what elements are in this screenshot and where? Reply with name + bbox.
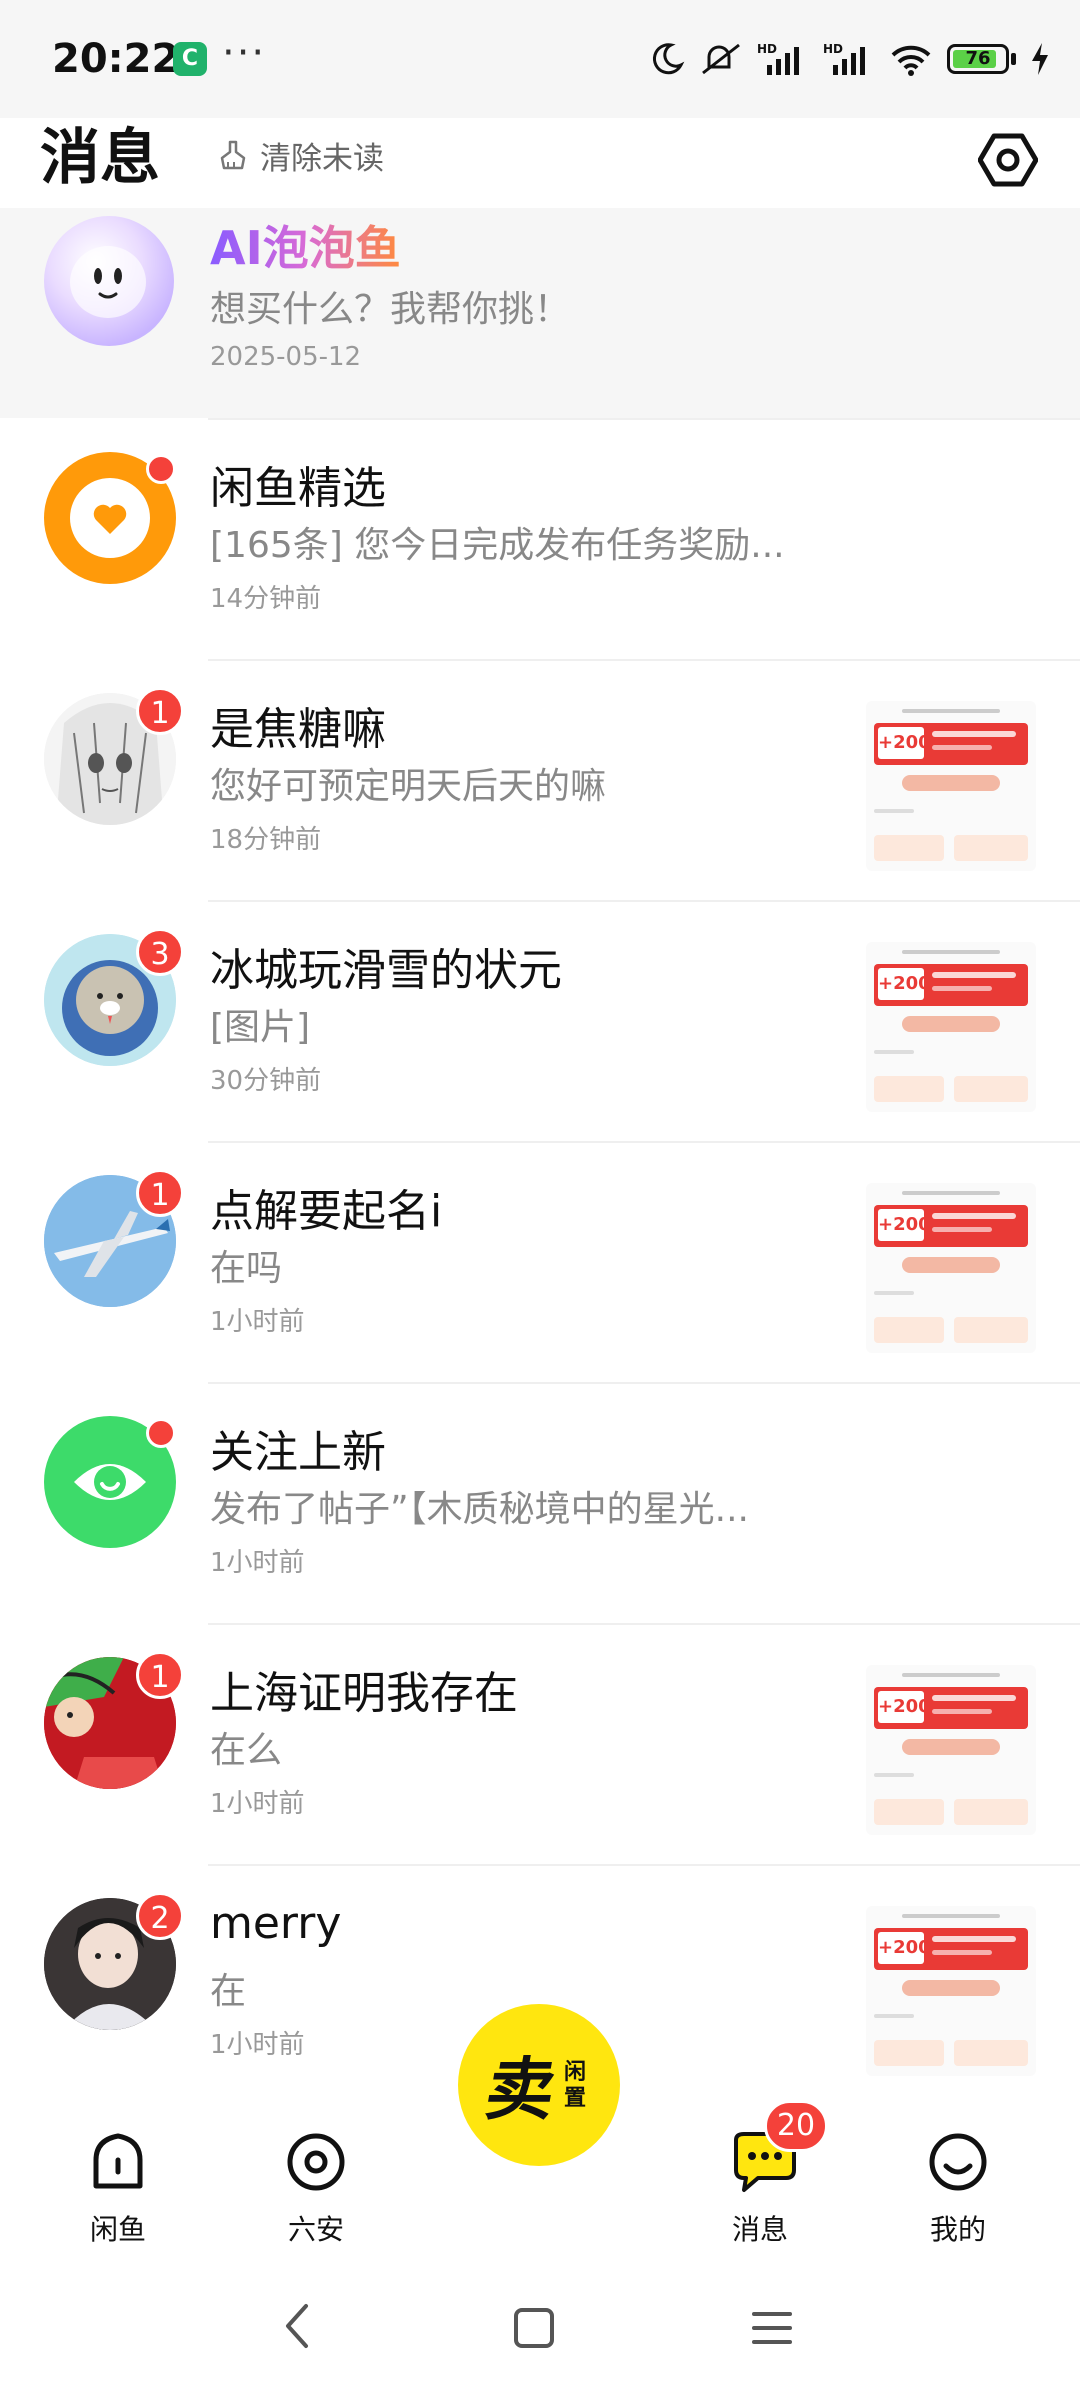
signal-hd-icon: HD xyxy=(757,42,799,75)
conversation-name: 是焦糖嘛 xyxy=(210,704,386,755)
signal-hd-icon: HD xyxy=(823,42,865,75)
unread-count-badge: 1 xyxy=(136,687,184,735)
tab-mine[interactable]: 我的 xyxy=(898,2110,1018,2250)
system-nav-bar xyxy=(0,2260,1080,2400)
home-square-icon[interactable] xyxy=(510,2304,558,2352)
coupon-amount: +200 xyxy=(878,1209,931,1241)
coupon-amount: +200 xyxy=(878,1932,931,1964)
svg-text:HD: HD xyxy=(823,42,843,56)
settings-icon[interactable] xyxy=(978,130,1038,190)
sell-sublabel: 闲置 xyxy=(564,2060,587,2111)
conversation-item[interactable]: 1 点解要起名i 在吗 1小时前 +200 xyxy=(0,1141,1080,1382)
conversation-time: 1小时前 xyxy=(210,2030,305,2060)
conversation-name: 关注上新 xyxy=(210,1427,386,1478)
conversation-message: 在吗 xyxy=(210,1248,283,1289)
conversation-message: 发布了帖子”【木质秘境中的星光... xyxy=(210,1489,749,1530)
ai-bubble-fish-avatar xyxy=(44,216,174,346)
unread-count-badge: 1 xyxy=(136,1651,184,1699)
conversation-name: 冰城玩滑雪的状元 xyxy=(210,945,562,996)
clear-unread-button[interactable]: 清除未读 xyxy=(192,124,410,186)
unread-dot xyxy=(146,454,176,484)
coupon-amount: +200 xyxy=(878,968,931,1000)
product-thumbnail[interactable]: +200 xyxy=(866,1906,1036,2076)
product-thumbnail[interactable]: +200 xyxy=(866,701,1036,871)
conversation-item[interactable]: 关注上新 发布了帖子”【木质秘境中的星光... 1小时前 xyxy=(0,1382,1080,1623)
sell-label: 卖 xyxy=(479,2051,562,2130)
clear-unread-label: 清除未读 xyxy=(260,140,384,177)
tab-label: 六安 xyxy=(287,2213,344,2246)
tab-label: 我的 xyxy=(929,2213,986,2246)
conversation-message: 在 xyxy=(210,1971,247,2012)
more-notifications-icon: ··· xyxy=(222,30,267,76)
conversation-name: 上海证明我存在 xyxy=(210,1668,518,1719)
status-time: 20:22 xyxy=(52,36,180,82)
conversation-message: [165条] 您今日完成发布任务奖励... xyxy=(210,525,785,566)
battery-icon: 76 xyxy=(947,44,1009,74)
profile-smile-icon xyxy=(929,2133,987,2191)
product-thumbnail[interactable]: +200 xyxy=(866,1183,1036,1353)
conversation-item[interactable]: 3 冰城玩滑雪的状元 [图片] 30分钟前 +200 xyxy=(0,900,1080,1141)
menu-icon[interactable] xyxy=(748,2304,796,2352)
back-icon[interactable] xyxy=(278,2300,318,2352)
wifi-icon xyxy=(891,45,931,76)
conversation-message: 您好可预定明天后天的嘛 xyxy=(210,766,607,807)
broom-icon xyxy=(220,140,246,170)
conversation-name: 点解要起名i xyxy=(210,1186,443,1237)
conversation-item[interactable]: 1 是焦糖嘛 您好可预定明天后天的嘛 18分钟前 +200 xyxy=(0,659,1080,900)
status-bar: 20:22 C ··· HD HD 76 xyxy=(0,0,1080,118)
page-title: 消息 xyxy=(40,123,160,193)
unread-count-badge: 3 xyxy=(136,928,184,976)
unread-count-badge: 1 xyxy=(136,1169,184,1217)
conversation-time: 1小时前 xyxy=(210,1548,305,1578)
conversation-name: merry xyxy=(210,1898,342,1949)
home-icon xyxy=(93,2133,143,2189)
conversation-time: 14分钟前 xyxy=(210,584,322,614)
coupon-amount: +200 xyxy=(878,727,931,759)
ai-chat-name: AI泡泡鱼 xyxy=(210,212,401,278)
tab-label: 消息 xyxy=(731,2213,788,2246)
conversation-item[interactable]: 闲鱼精选 [165条] 您今日完成发布任务奖励... 14分钟前 xyxy=(0,418,1080,659)
ai-chat-date: 2025-05-12 xyxy=(210,342,362,372)
conversation-time: 30分钟前 xyxy=(210,1066,322,1096)
conversation-message: [图片] xyxy=(210,1007,311,1048)
mute-icon xyxy=(702,43,740,75)
conversation-item[interactable]: 1 上海证明我存在 在么 1小时前 +200 xyxy=(0,1623,1080,1864)
product-thumbnail[interactable]: +200 xyxy=(866,942,1036,1112)
charging-icon xyxy=(1032,43,1048,75)
messages-count-badge: 20 xyxy=(764,2100,828,2152)
location-icon xyxy=(287,2133,345,2191)
coupon-amount: +200 xyxy=(878,1691,931,1723)
conversation-list: 闲鱼精选 [165条] 您今日完成发布任务奖励... 14分钟前 1 是焦糖嘛 … xyxy=(0,418,1080,2105)
tab-label: 闲鱼 xyxy=(89,2213,146,2246)
svg-text:HD: HD xyxy=(757,42,777,56)
conversation-time: 18分钟前 xyxy=(210,825,322,855)
conversation-name: 闲鱼精选 xyxy=(210,463,386,514)
ai-chat-item[interactable]: AI泡泡鱼 想买什么？我帮你挑！ 2025-05-12 xyxy=(0,208,1080,418)
battery-level: 76 xyxy=(965,48,991,69)
sell-button[interactable]: 卖 闲置 xyxy=(458,2004,620,2166)
conversation-time: 1小时前 xyxy=(210,1789,305,1819)
status-icons: HD HD 76 xyxy=(649,34,1050,84)
tab-xianyu[interactable]: 闲鱼 xyxy=(58,2110,178,2250)
tab-messages[interactable]: 20 消息 xyxy=(700,2100,828,2250)
conversation-time: 1小时前 xyxy=(210,1307,305,1337)
product-thumbnail[interactable]: +200 xyxy=(866,1665,1036,1835)
conversation-message: 在么 xyxy=(210,1730,283,1771)
ai-chat-message: 想买什么？我帮你挑！ xyxy=(210,289,571,330)
notification-app-icon: C xyxy=(173,42,207,76)
unread-dot xyxy=(146,1418,176,1448)
moon-icon xyxy=(652,43,685,75)
unread-count-badge: 2 xyxy=(136,1892,184,1940)
tab-location[interactable]: 六安 xyxy=(256,2110,376,2250)
